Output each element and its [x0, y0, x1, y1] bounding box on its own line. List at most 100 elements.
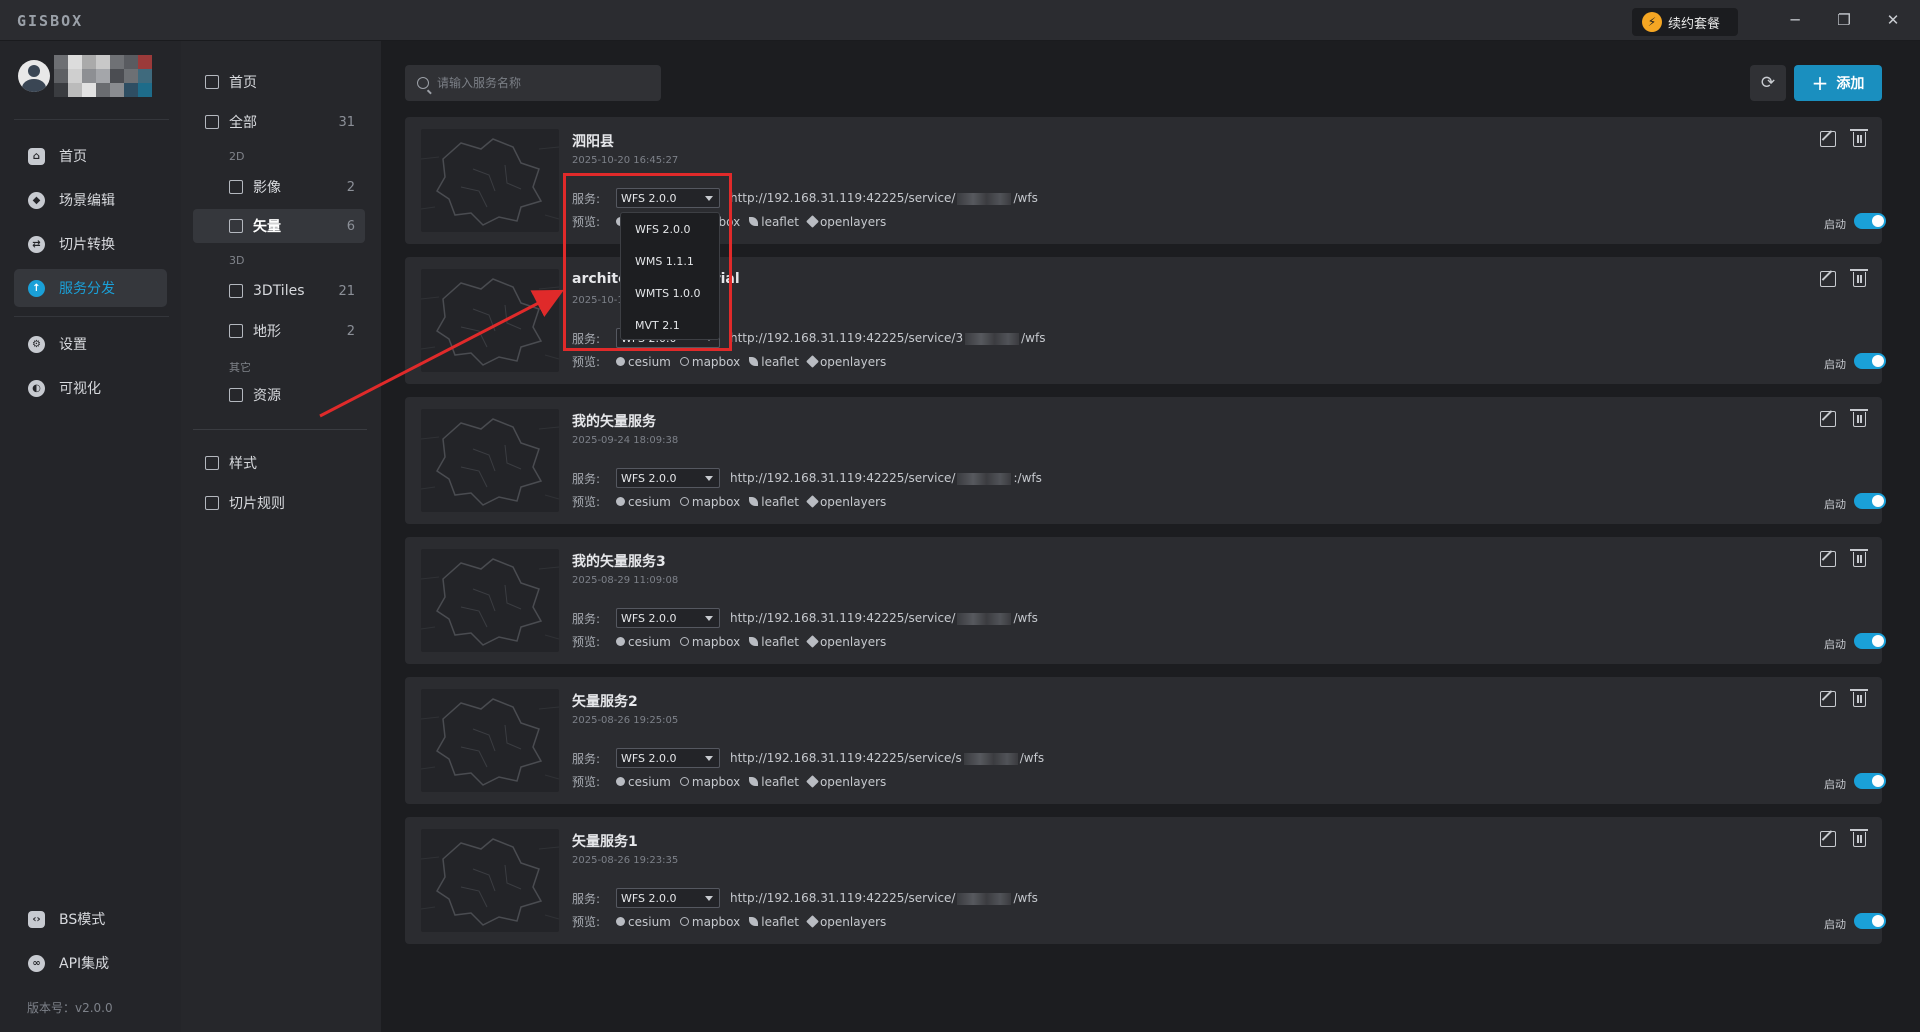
subnav-item-home[interactable]: 首页 [193, 65, 365, 99]
enabled-toggle[interactable] [1854, 773, 1886, 789]
service-thumbnail[interactable] [421, 409, 559, 512]
preview-openlayers-link[interactable]: openlayers [806, 915, 886, 929]
preview-leaflet-link[interactable]: leaflet [749, 635, 799, 649]
delete-icon[interactable] [1850, 549, 1868, 567]
edit-icon[interactable] [1820, 271, 1836, 287]
edit-icon[interactable] [1820, 411, 1836, 427]
nav-item-visualize[interactable]: ◐ 可视化 [14, 369, 167, 407]
preview-cesium-link[interactable]: cesium [616, 775, 671, 789]
nav-item-scene-edit[interactable]: ◆ 场景编辑 [14, 181, 167, 219]
service-title: 我的矢量服务 [572, 414, 656, 430]
preview-leaflet-link[interactable]: leaflet [749, 215, 799, 229]
preview-label: 预览: [572, 355, 601, 369]
subnav-item-terrain[interactable]: 地形 2 [193, 314, 365, 348]
enabled-toggle[interactable] [1854, 913, 1886, 929]
user-profile[interactable] [18, 55, 152, 97]
preview-cesium-link[interactable]: cesium [616, 355, 671, 369]
delete-icon[interactable] [1850, 269, 1868, 287]
nav-item-home[interactable]: ⌂ 首页 [14, 137, 167, 175]
enabled-toggle[interactable] [1854, 633, 1886, 649]
subnav-item-tile-rules[interactable]: 切片规则 [193, 486, 365, 520]
preview-openlayers-link[interactable]: openlayers [806, 775, 886, 789]
subnav-item-all[interactable]: 全部 31 [193, 105, 365, 139]
openlayers-icon [806, 215, 819, 228]
preview-cesium-link[interactable]: cesium [616, 495, 671, 509]
nav-item-settings[interactable]: ⚙ 设置 [14, 325, 167, 363]
search-box[interactable] [405, 65, 661, 101]
preview-link-label: leaflet [761, 494, 799, 509]
service-type-select[interactable]: WFS 2.0.0 [616, 748, 720, 768]
preview-openlayers-link[interactable]: openlayers [806, 355, 886, 369]
preview-openlayers-link[interactable]: openlayers [806, 495, 886, 509]
preview-mapbox-link[interactable]: mapbox [679, 495, 740, 509]
nav-item-tile-convert[interactable]: ⇄ 切片转换 [14, 225, 167, 263]
gear-icon: ⚙ [28, 335, 45, 353]
service-thumbnail[interactable] [421, 549, 559, 652]
preview-link-label: openlayers [819, 634, 887, 649]
preview-leaflet-link[interactable]: leaflet [749, 355, 799, 369]
preview-row: 预览: cesium mapbox leaflet openlayers [572, 633, 895, 650]
home-icon: ⌂ [28, 147, 45, 165]
preview-leaflet-link[interactable]: leaflet [749, 775, 799, 789]
preview-leaflet-link[interactable]: leaflet [749, 915, 799, 929]
service-thumbnail[interactable] [421, 829, 559, 932]
delete-icon[interactable] [1850, 689, 1868, 707]
subnav-item-resource[interactable]: 资源 [193, 378, 365, 412]
preview-cesium-link[interactable]: cesium [616, 915, 671, 929]
selected-service-type: WFS 2.0.0 [621, 751, 677, 765]
service-type-select[interactable]: WFS 2.0.0 [616, 468, 720, 488]
edit-icon[interactable] [1820, 551, 1836, 567]
nav-item-bs-mode[interactable]: ‹› BS模式 [14, 900, 167, 938]
preview-cesium-link[interactable]: cesium [616, 635, 671, 649]
enabled-toggle[interactable] [1854, 353, 1886, 369]
preview-link-label: mapbox [691, 354, 741, 369]
subnav-item-imagery[interactable]: 影像 2 [193, 170, 365, 204]
nav-item-label: 设置 [59, 337, 87, 353]
preview-openlayers-link[interactable]: openlayers [806, 634, 887, 649]
url-suffix: /wfs [1013, 891, 1038, 905]
service-url[interactable]: http://192.168.31.119:42225/service/ /wfs [730, 611, 1038, 625]
preview-row: 预览: cesium mapbox leaflet openlayers [572, 493, 895, 510]
search-input[interactable] [437, 76, 647, 90]
service-url[interactable]: http://192.168.31.119:42225/service/s/wf… [730, 751, 1044, 765]
nav-item-service-publish[interactable]: ↑ 服务分发 [14, 269, 167, 307]
add-service-button[interactable]: + 添加 [1794, 65, 1882, 101]
service-url[interactable]: http://192.168.31.119:42225/service/ /wfs [730, 891, 1038, 905]
service-url[interactable]: http://192.168.31.119:42225/service/3/wf… [730, 331, 1045, 345]
preview-link-label: mapbox [691, 634, 741, 649]
refresh-button[interactable]: ⟳ [1750, 65, 1786, 101]
restore-icon[interactable]: ❐ [1829, 8, 1859, 32]
service-url[interactable]: http://192.168.31.119:42225/service/ /wfs [730, 191, 1038, 205]
service-type-select[interactable]: WFS 2.0.0 [616, 888, 720, 908]
app-logo: GISBOX [17, 12, 84, 30]
service-type-select[interactable]: WFS 2.0.0 [616, 608, 720, 628]
close-icon[interactable]: ✕ [1878, 8, 1908, 32]
preview-mapbox-link[interactable]: mapbox [679, 914, 741, 929]
preview-leaflet-link[interactable]: leaflet [749, 495, 799, 509]
nav-item-api[interactable]: ∞ API集成 [14, 944, 167, 982]
enabled-toggle[interactable] [1854, 493, 1886, 509]
avatar[interactable] [18, 60, 50, 92]
service-thumbnail[interactable] [421, 269, 559, 372]
subnav-item-3dtiles[interactable]: 3DTiles 21 [193, 274, 365, 308]
service-thumbnail[interactable] [421, 689, 559, 792]
service-url[interactable]: http://192.168.31.119:42225/service/:/wf… [730, 471, 1042, 485]
preview-mapbox-link[interactable]: mapbox [679, 775, 740, 789]
subnav-count: 2 [346, 179, 355, 195]
service-thumbnail[interactable] [421, 129, 559, 232]
delete-icon[interactable] [1850, 829, 1868, 847]
subnav-item-vector[interactable]: 矢量 6 [193, 209, 365, 243]
subnav-item-style[interactable]: 样式 [193, 446, 365, 480]
preview-link-label: mapbox [691, 914, 741, 929]
preview-mapbox-link[interactable]: mapbox [679, 634, 741, 649]
delete-icon[interactable] [1850, 129, 1868, 147]
enabled-toggle[interactable] [1854, 213, 1886, 229]
edit-icon[interactable] [1820, 831, 1836, 847]
edit-icon[interactable] [1820, 691, 1836, 707]
preview-openlayers-link[interactable]: openlayers [806, 215, 886, 229]
renew-plan-button[interactable]: ⚡ 续约套餐 [1632, 8, 1738, 36]
minimize-icon[interactable]: ─ [1780, 8, 1810, 32]
preview-mapbox-link[interactable]: mapbox [679, 354, 741, 369]
edit-icon[interactable] [1820, 131, 1836, 147]
delete-icon[interactable] [1850, 409, 1868, 427]
